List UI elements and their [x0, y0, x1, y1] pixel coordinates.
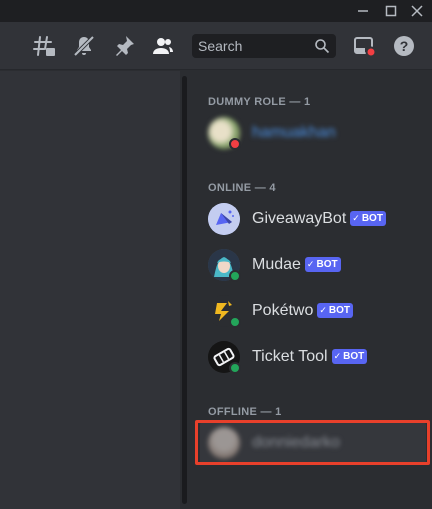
bot-label: BOT: [361, 213, 383, 224]
title-bar: [0, 0, 432, 22]
close-icon[interactable]: [406, 2, 428, 20]
search-placeholder: Search: [198, 38, 243, 54]
dnd-status-icon: [229, 138, 241, 150]
member-item-poketwo[interactable]: Pokétwo ✓ BOT: [200, 289, 426, 333]
maximize-icon[interactable]: [380, 2, 402, 20]
search-icon: [315, 39, 330, 54]
bot-tag: ✓ BOT: [317, 303, 354, 318]
channel-header: Search ?: [0, 22, 432, 70]
member-name: GiveawayBot ✓ BOT: [252, 210, 386, 228]
section-title-dummy-role: DUMMY ROLE — 1: [208, 96, 311, 108]
highlight-box: [195, 420, 430, 465]
svg-text:?: ?: [400, 38, 409, 54]
search-input[interactable]: Search: [192, 34, 336, 58]
bot-tag: ✓ BOT: [350, 211, 386, 226]
verified-check-icon: ✓: [319, 305, 327, 315]
member-name-text: GiveawayBot: [252, 210, 347, 227]
member-item-giveawaybot[interactable]: GiveawayBot ✓ BOT: [200, 197, 426, 241]
bot-label: BOT: [343, 351, 365, 362]
verified-check-icon: ✓: [333, 351, 342, 361]
bot-label: BOT: [328, 305, 351, 316]
avatar: [208, 341, 241, 374]
avatar: [208, 117, 241, 150]
verified-check-icon: ✓: [352, 213, 360, 223]
section-title-online: ONLINE — 4: [208, 182, 276, 194]
pin-icon[interactable]: [112, 34, 136, 58]
online-status-icon: [229, 270, 241, 282]
bot-tag: ✓ BOT: [331, 349, 368, 364]
member-item-ticket-tool[interactable]: Ticket Tool ✓ BOT: [200, 335, 426, 379]
member-item-hamuakhan[interactable]: hamuakhan: [200, 111, 426, 155]
inbox-icon[interactable]: [352, 34, 376, 58]
members-icon[interactable]: [151, 34, 175, 58]
member-name-text: Pokétwo: [252, 302, 314, 319]
bot-label: BOT: [316, 259, 338, 270]
minimize-icon[interactable]: [352, 2, 374, 20]
help-icon[interactable]: ?: [392, 34, 416, 58]
chat-area: [0, 71, 180, 509]
threads-icon[interactable]: [32, 34, 56, 58]
member-name-text: Ticket Tool: [252, 348, 328, 365]
online-status-icon: [229, 362, 241, 374]
scrollbar-thumb[interactable]: [182, 76, 187, 504]
member-name: Pokétwo ✓ BOT: [252, 302, 354, 320]
mute-icon[interactable]: [72, 34, 96, 58]
bot-tag: ✓ BOT: [304, 257, 341, 272]
member-name-text: Mudae: [252, 256, 301, 273]
online-status-icon: [229, 316, 241, 328]
avatar: [208, 203, 240, 235]
avatar: [208, 295, 241, 328]
member-name: Ticket Tool ✓ BOT: [252, 348, 368, 366]
member-name: Mudae ✓ BOT: [252, 256, 341, 274]
member-item-mudae[interactable]: Mudae ✓ BOT: [200, 243, 426, 287]
avatar: [208, 249, 241, 282]
verified-check-icon: ✓: [306, 259, 315, 269]
member-name: hamuakhan: [252, 124, 336, 141]
section-title-offline: OFFLINE — 1: [208, 406, 282, 418]
